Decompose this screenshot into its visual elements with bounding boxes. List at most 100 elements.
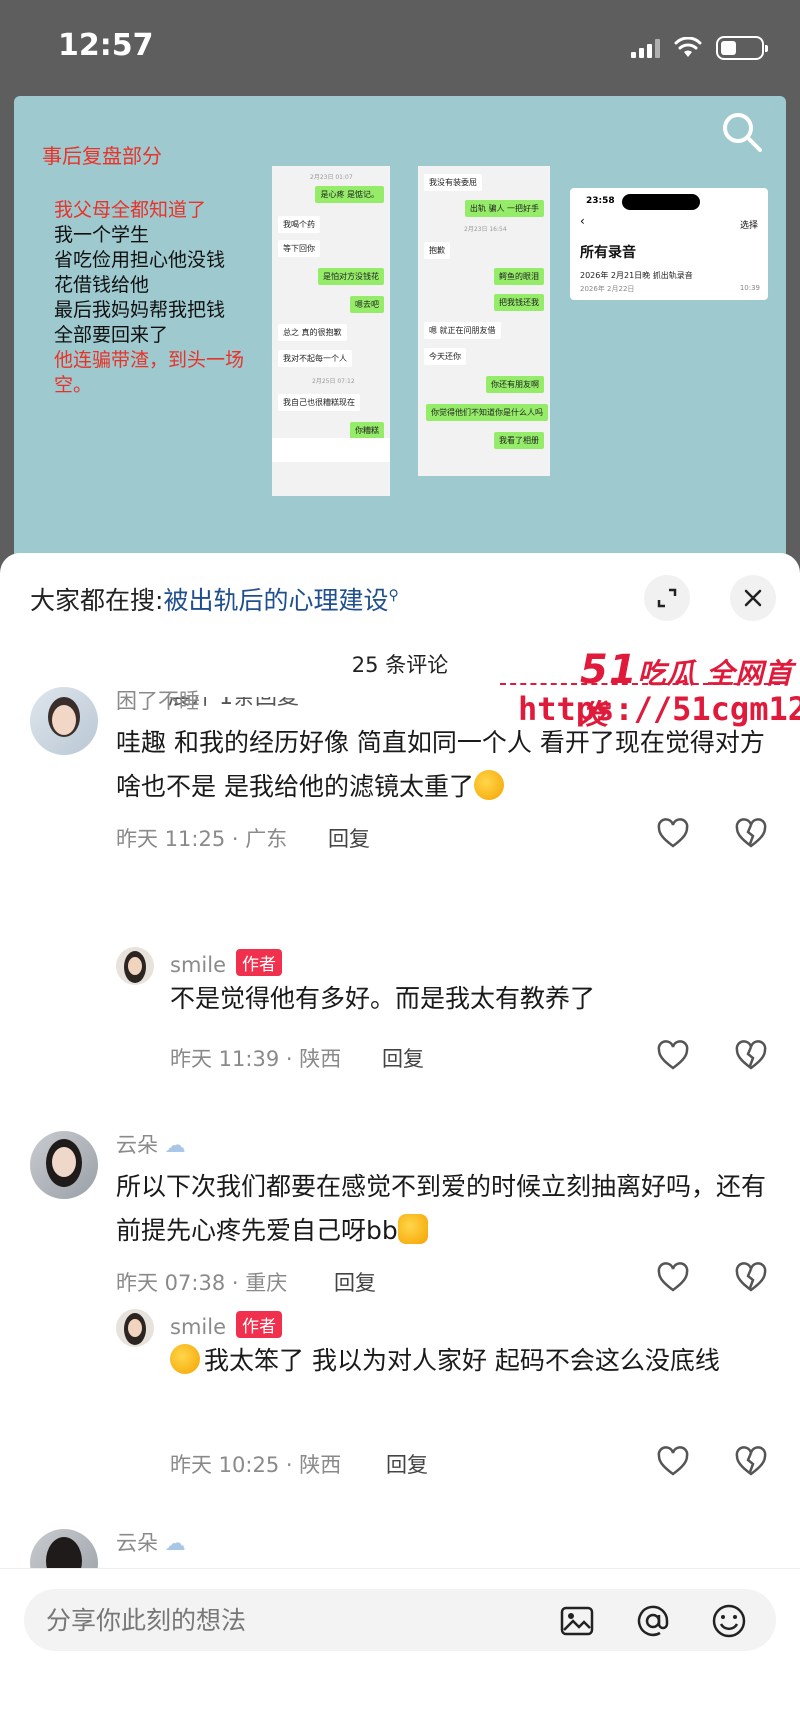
chat-timestamp: 2月23日 16:54 xyxy=(464,226,507,233)
expand-button[interactable] xyxy=(644,575,690,621)
trending-search[interactable]: 大家都在搜:被出轨后的心理建设⚲ xyxy=(30,581,399,617)
comment-author[interactable]: smile 作者 xyxy=(170,1311,282,1339)
recording-date: 2026年 2月22日 xyxy=(580,285,635,293)
post-slide: 事后复盘部分 我父母全都知道了 我一个学生 省吃俭用担心他没钱 花借钱给他 最后… xyxy=(14,96,786,566)
battery-icon xyxy=(716,36,768,60)
comment-sheet: 大家都在搜:被出轨后的心理建设⚲ 25 条评论 展开 1条回复 51吃瓜 全网首… xyxy=(0,553,800,1731)
comment-text: 所以下次我们都要在感觉不到爱的时候立刻抽离好吗，还有前提先心疼先爱自己呀bb xyxy=(116,1165,776,1253)
back-icon: ‹ xyxy=(580,214,585,228)
dislike-heart-icon[interactable] xyxy=(734,1039,768,1073)
comment-input-bar xyxy=(0,1568,800,1731)
emoji-icon[interactable] xyxy=(710,1602,748,1640)
chat-bubble: 总之 真的很抱歉 xyxy=(278,324,347,341)
comment-meta: 昨天 11:25 · 广东 xyxy=(116,827,288,851)
slide-line: 花借钱给他 xyxy=(54,274,150,296)
dislike-heart-icon[interactable] xyxy=(734,1261,768,1295)
slide-line: 他连骗带渣，到头一场空。 xyxy=(54,349,245,396)
chat-bubble: 你还有朋友啊 xyxy=(486,376,544,393)
comment-text: 哇趣 和我的经历好像 简直如同一个人 看开了现在觉得对方啥也不是 是我给他的滤镜… xyxy=(116,721,776,809)
comment-text-content: 我太笨了 我以为对人家好 起码不会这么没底线 xyxy=(204,1346,720,1375)
reply-button[interactable]: 回复 xyxy=(328,823,370,853)
expand-icon xyxy=(657,588,677,608)
recording-duration: 10:39 xyxy=(739,284,760,292)
wifi-icon xyxy=(674,37,702,57)
comment-author[interactable]: 云朵 ☁ xyxy=(116,1529,186,1557)
close-button[interactable] xyxy=(730,575,776,621)
chat-bubble: 我喝个药 xyxy=(278,216,320,233)
avatar[interactable] xyxy=(116,947,154,985)
chat-timestamp: 2月25日 07:12 xyxy=(312,378,355,385)
comment-text-content: 所以下次我们都要在感觉不到爱的时候立刻抽离好吗，还有前提先心疼先爱自己呀bb xyxy=(116,1172,767,1245)
chat-bubble: 把我钱还我 xyxy=(494,294,544,311)
chat-bubble: 今天还你 xyxy=(424,348,466,365)
status-bar: 12:57 xyxy=(0,0,800,96)
like-heart-icon[interactable] xyxy=(656,1039,690,1073)
avatar[interactable] xyxy=(116,1309,154,1347)
mention-icon[interactable] xyxy=(634,1602,672,1640)
reply-item: smile 作者 我太笨了 我以为对人家好 起码不会这么没底线 昨天 10:25 … xyxy=(0,1309,800,1499)
chat-bubble: 抱歉 xyxy=(424,242,450,259)
status-time: 12:57 xyxy=(58,28,154,63)
like-heart-icon[interactable] xyxy=(656,1261,690,1295)
chat-bubble: 我没有装委屈 xyxy=(424,174,482,191)
chat-bubble: 我看了相册 xyxy=(494,432,544,449)
comment-input-container[interactable] xyxy=(24,1589,776,1651)
search-icon[interactable] xyxy=(720,110,764,154)
comment-text: 不是觉得他有多好。而是我太有教养了 xyxy=(170,984,596,1013)
chat-bubble: 我对不起每一个人 xyxy=(278,350,352,367)
dislike-heart-icon[interactable] xyxy=(734,817,768,851)
chat-screenshot-1: 2月23日 01:07 是心疼 是惦记。 我喝个药 等下回你 是怕对方没钱花 嗯… xyxy=(272,166,390,496)
comment-item: 云朵 ☁ xyxy=(0,1529,800,1573)
recording-name: 2026年 2月21日晚 抓出轨录音 xyxy=(580,271,693,280)
comment-meta: 昨天 11:39 · 陕西 xyxy=(170,1047,342,1071)
avatar[interactable] xyxy=(30,1529,98,1573)
chat-bubble: 出轨 骗人 一把好手 xyxy=(464,200,544,217)
chat-bubble: 嗯去吧 xyxy=(350,296,384,313)
recording-screenshot: 23:58 ‹ 选择 所有录音 2026年 2月21日晚 抓出轨录音 2026年… xyxy=(570,188,768,300)
chat-bubble: 我自己也很糟糕现在 xyxy=(278,394,360,411)
image-icon[interactable] xyxy=(558,1602,596,1640)
slide-line: 我父母全都知道了 xyxy=(54,199,207,221)
chat-input-bar xyxy=(272,438,390,462)
reply-button[interactable]: 回复 xyxy=(334,1267,376,1297)
author-badge: 作者 xyxy=(236,949,282,976)
comment-author-name: smile xyxy=(170,1315,226,1339)
comment-author[interactable]: 云朵 ☁ xyxy=(116,1129,186,1159)
comment-meta: 昨天 10:25 · 陕西 xyxy=(170,1453,342,1477)
comment-author[interactable]: 困了不睡 xyxy=(116,685,200,715)
recording-title: 所有录音 xyxy=(580,245,636,261)
comment-author-name: 云朵 xyxy=(116,1133,158,1157)
comment-meta: 昨天 07:38 · 重庆 xyxy=(116,1271,288,1295)
reply-button[interactable]: 回复 xyxy=(382,1043,424,1073)
reply-item: smile 作者 不是觉得他有多好。而是我太有教养了 昨天 11:39 · 陕西 … xyxy=(0,947,800,1087)
chat-bubble: 你觉得他们不知道你是什么人吗 xyxy=(426,404,548,421)
chat-bubble: 嗯 就正在问朋友借 xyxy=(424,322,501,339)
chat-bubble: 是心疼 是惦记。 xyxy=(315,186,384,203)
comment-author[interactable]: smile 作者 xyxy=(170,949,282,977)
chat-timestamp: 2月23日 01:07 xyxy=(310,174,353,181)
chat-screenshot-2: 我没有装委屈 出轨 骗人 一把好手 2月23日 16:54 抱歉 鳄鱼的眼泪 把… xyxy=(418,166,550,476)
comment-text-content: 哇趣 和我的经历好像 简直如同一个人 看开了现在觉得对方啥也不是 是我给他的滤镜… xyxy=(116,728,765,801)
like-heart-icon[interactable] xyxy=(656,817,690,851)
author-badge: 作者 xyxy=(236,1311,282,1338)
chat-bubble: 等下回你 xyxy=(278,240,320,257)
dislike-heart-icon[interactable] xyxy=(734,1445,768,1479)
recording-time: 23:58 xyxy=(586,196,615,206)
reply-button[interactable]: 回复 xyxy=(386,1449,428,1479)
signal-icon xyxy=(631,38,660,58)
chat-bubble: 是怕对方没钱花 xyxy=(318,268,384,285)
slide-line: 省吃俭用担心他没钱 xyxy=(54,249,226,271)
post-media[interactable]: 事后复盘部分 我父母全都知道了 我一个学生 省吃俭用担心他没钱 花借钱给他 最后… xyxy=(0,96,800,566)
comment-item: 困了不睡 哇趣 和我的经历好像 简直如同一个人 看开了现在觉得对方啥也不是 是我… xyxy=(0,687,800,887)
crying-face-emoji-icon xyxy=(170,1344,200,1374)
avatar[interactable] xyxy=(30,1131,98,1199)
comment-input[interactable] xyxy=(46,1589,526,1651)
status-icons xyxy=(631,36,768,60)
trending-search-term[interactable]: 被出轨后的心理建设 xyxy=(163,586,388,615)
slide-line: 我一个学生 xyxy=(54,224,150,246)
slide-title: 事后复盘部分 xyxy=(42,144,162,168)
like-heart-icon[interactable] xyxy=(656,1445,690,1479)
cloud-icon: ☁ xyxy=(164,1531,186,1555)
comment-item: 云朵 ☁ 所以下次我们都要在感觉不到爱的时候立刻抽离好吗，还有前提先心疼先爱自己… xyxy=(0,1131,800,1331)
avatar[interactable] xyxy=(30,687,98,755)
